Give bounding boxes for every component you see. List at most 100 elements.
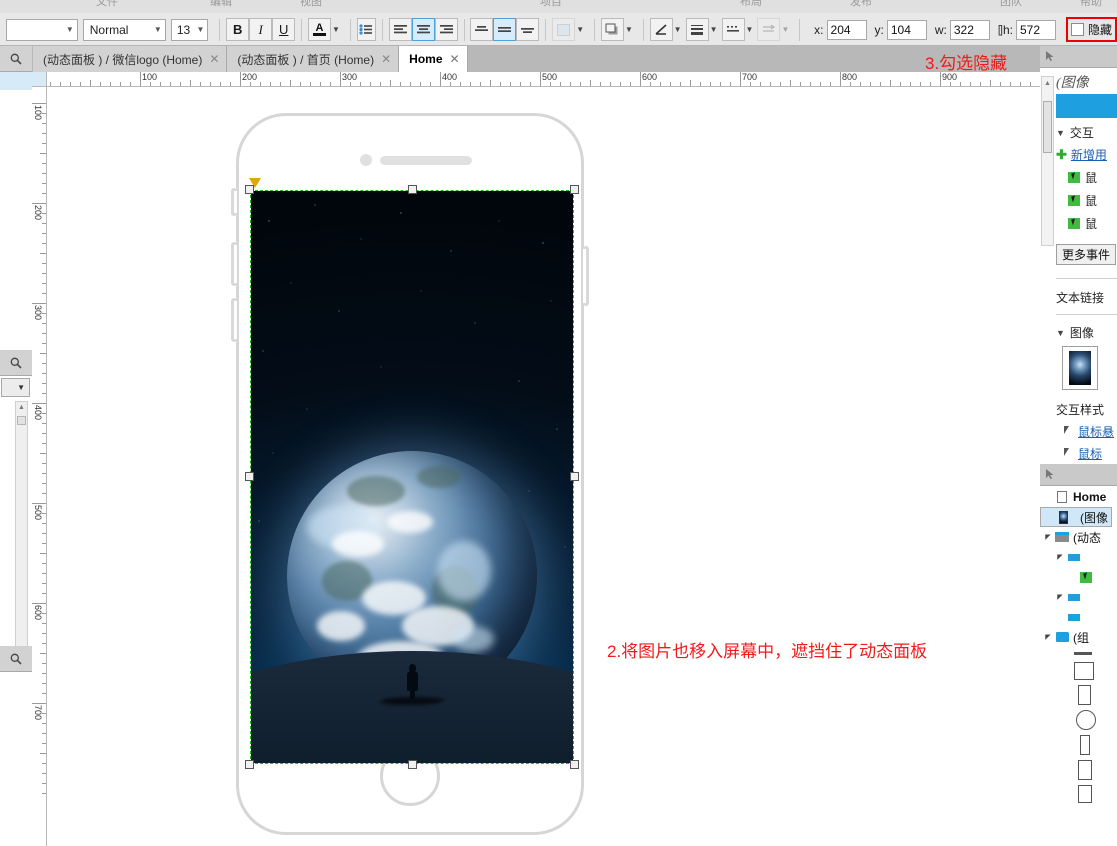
style-link-0[interactable]: 鼠标悬 [1062,423,1114,440]
resize-handle-w[interactable] [245,472,254,481]
align-right-button[interactable] [434,18,458,41]
shadow-button[interactable] [600,18,624,41]
left-panel-dropdown[interactable]: ▼ [1,378,30,397]
tree-row-group[interactable]: ◤ (组 [1040,627,1117,647]
y-input[interactable] [886,19,927,40]
w-input[interactable] [949,19,990,40]
resize-handle-e[interactable] [570,472,579,481]
tree-shape-line[interactable] [1040,647,1117,655]
tree-toggle[interactable]: ◤ [1054,593,1066,601]
ruler-tick-minor [920,82,921,86]
scroll-up-icon[interactable]: ▲ [1043,78,1052,88]
tree-row-dynamic-panel[interactable]: ◤ (动态 [1040,527,1117,547]
selected-image-widget[interactable] [245,178,579,769]
left-panel-body-1[interactable] [0,72,32,354]
line-width-button[interactable] [685,18,709,41]
tree-row-event[interactable] [1040,567,1117,587]
resize-handle-ne[interactable] [570,185,579,194]
tree-shape-rect-2[interactable] [1040,780,1117,803]
design-canvas[interactable]: 2.将图片也移入屏幕中，遮挡住了动态面板 [47,87,1040,846]
italic-button[interactable]: I [249,18,273,41]
resize-handle-n[interactable] [408,185,417,194]
tree-row-image[interactable]: (图像 [1040,507,1112,527]
tree-shape-rect-tall[interactable] [1040,680,1117,705]
scroll-up-icon[interactable]: ▲ [16,402,27,413]
ruler-tick-major [32,303,46,304]
style-link-1[interactable]: 鼠标 [1062,445,1102,462]
chevron-down-icon[interactable]: ▼ [674,25,682,34]
more-events-button[interactable]: 更多事件 [1056,244,1117,265]
outline-panel-header[interactable] [1040,464,1117,486]
tree-toggle[interactable]: ◤ [1054,553,1066,561]
hide-checkbox[interactable] [1071,23,1084,36]
scrollbar-thumb[interactable] [17,416,26,425]
valign-middle-icon [498,27,512,32]
tree-toggle[interactable]: ◤ [1042,533,1054,541]
left-list-selected-item[interactable] [0,72,32,90]
event-item-1[interactable]: 鼠 [1068,192,1097,209]
add-event-link[interactable]: ✚ 新增用 [1056,146,1107,163]
ruler-tick-minor [42,763,46,764]
tree-shape-rect-1[interactable] [1040,755,1117,780]
tree-toggle[interactable]: ◤ [1042,633,1054,641]
fill-color-button[interactable] [552,18,576,41]
inspector-scrollbar[interactable]: ▲ [1041,76,1054,246]
image-thumbnail[interactable] [1062,346,1098,390]
tab-2[interactable]: Home ✕ [399,46,468,72]
resize-handle-s[interactable] [408,760,417,769]
chevron-down-icon[interactable]: ▼ [710,25,718,34]
tree-shape-rect-narrow[interactable] [1040,730,1117,755]
align-left-button[interactable] [388,18,412,41]
chevron-down-icon[interactable]: ▼ [746,25,754,34]
close-icon[interactable]: ✕ [209,52,219,66]
ruler-tick-minor [380,82,381,86]
tree-shape-square[interactable] [1040,655,1117,680]
ruler-tick-minor [42,333,46,334]
ruler-tick-minor [800,82,801,86]
resize-handle-se[interactable] [570,760,579,769]
resize-handle-sw[interactable] [245,760,254,769]
tree-row-state-2[interactable]: ◤ [1040,587,1117,607]
valign-top-button[interactable] [470,18,494,41]
text-style-select[interactable]: Normal ▼ [82,18,166,41]
align-center-button[interactable] [411,18,435,41]
chevron-down-icon[interactable]: ▼ [781,25,789,34]
widget-tree[interactable]: Home (图像 ◤ (动态 ◤ ◤ ◤ (组 [1040,487,1117,803]
event-item-0[interactable]: 鼠 [1068,169,1097,186]
tree-row-state-3[interactable] [1040,607,1117,627]
line-color-button[interactable] [649,18,673,41]
tree-row-home[interactable]: Home [1040,487,1117,507]
bold-button[interactable]: B [226,18,250,41]
font-family-select[interactable]: ▼ [6,18,78,41]
ruler-tick-minor [320,82,321,86]
bullet-list-button[interactable] [356,18,376,41]
h-input[interactable] [1016,19,1056,40]
font-color-button[interactable]: A [308,18,332,41]
tree-shape-circle[interactable] [1040,705,1117,730]
left-panel-body-3[interactable] [0,674,32,846]
valign-middle-button[interactable] [493,18,517,41]
section-image-header[interactable]: ▼ 图像 [1056,324,1094,341]
x-input[interactable] [826,19,867,40]
chevron-down-icon[interactable]: ▼ [625,25,633,34]
inspector-panel-header[interactable] [1040,46,1117,68]
line-style-button[interactable] [721,18,745,41]
event-item-2[interactable]: 鼠 [1068,215,1097,232]
scrollbar-thumb[interactable] [1043,101,1052,153]
close-icon[interactable]: ✕ [450,52,460,66]
arrow-style-button[interactable] [757,18,781,41]
chevron-down-icon[interactable]: ▼ [332,25,340,34]
left-panel-scrollbar[interactable]: ▲ ▼ [15,401,28,659]
tree-row-state-1[interactable]: ◤ [1040,547,1117,567]
tab-1[interactable]: (动态面板 ) / 首页 (Home) ✕ [227,46,400,72]
font-size-select[interactable]: 13 ▼ [170,18,209,41]
section-interaction-header[interactable]: ▼ 交互 [1056,124,1094,141]
tab-0[interactable]: (动态面板 ) / 微信logo (Home) ✕ [33,46,228,72]
valign-bottom-button[interactable] [516,18,540,41]
resize-handle-nw[interactable] [245,185,254,194]
close-icon[interactable]: ✕ [381,52,391,66]
underline-button[interactable]: U [272,18,296,41]
lock-ratio-icon[interactable]: [] [998,24,1003,36]
ruler-tick-major [32,103,46,104]
chevron-down-icon[interactable]: ▼ [576,25,584,34]
